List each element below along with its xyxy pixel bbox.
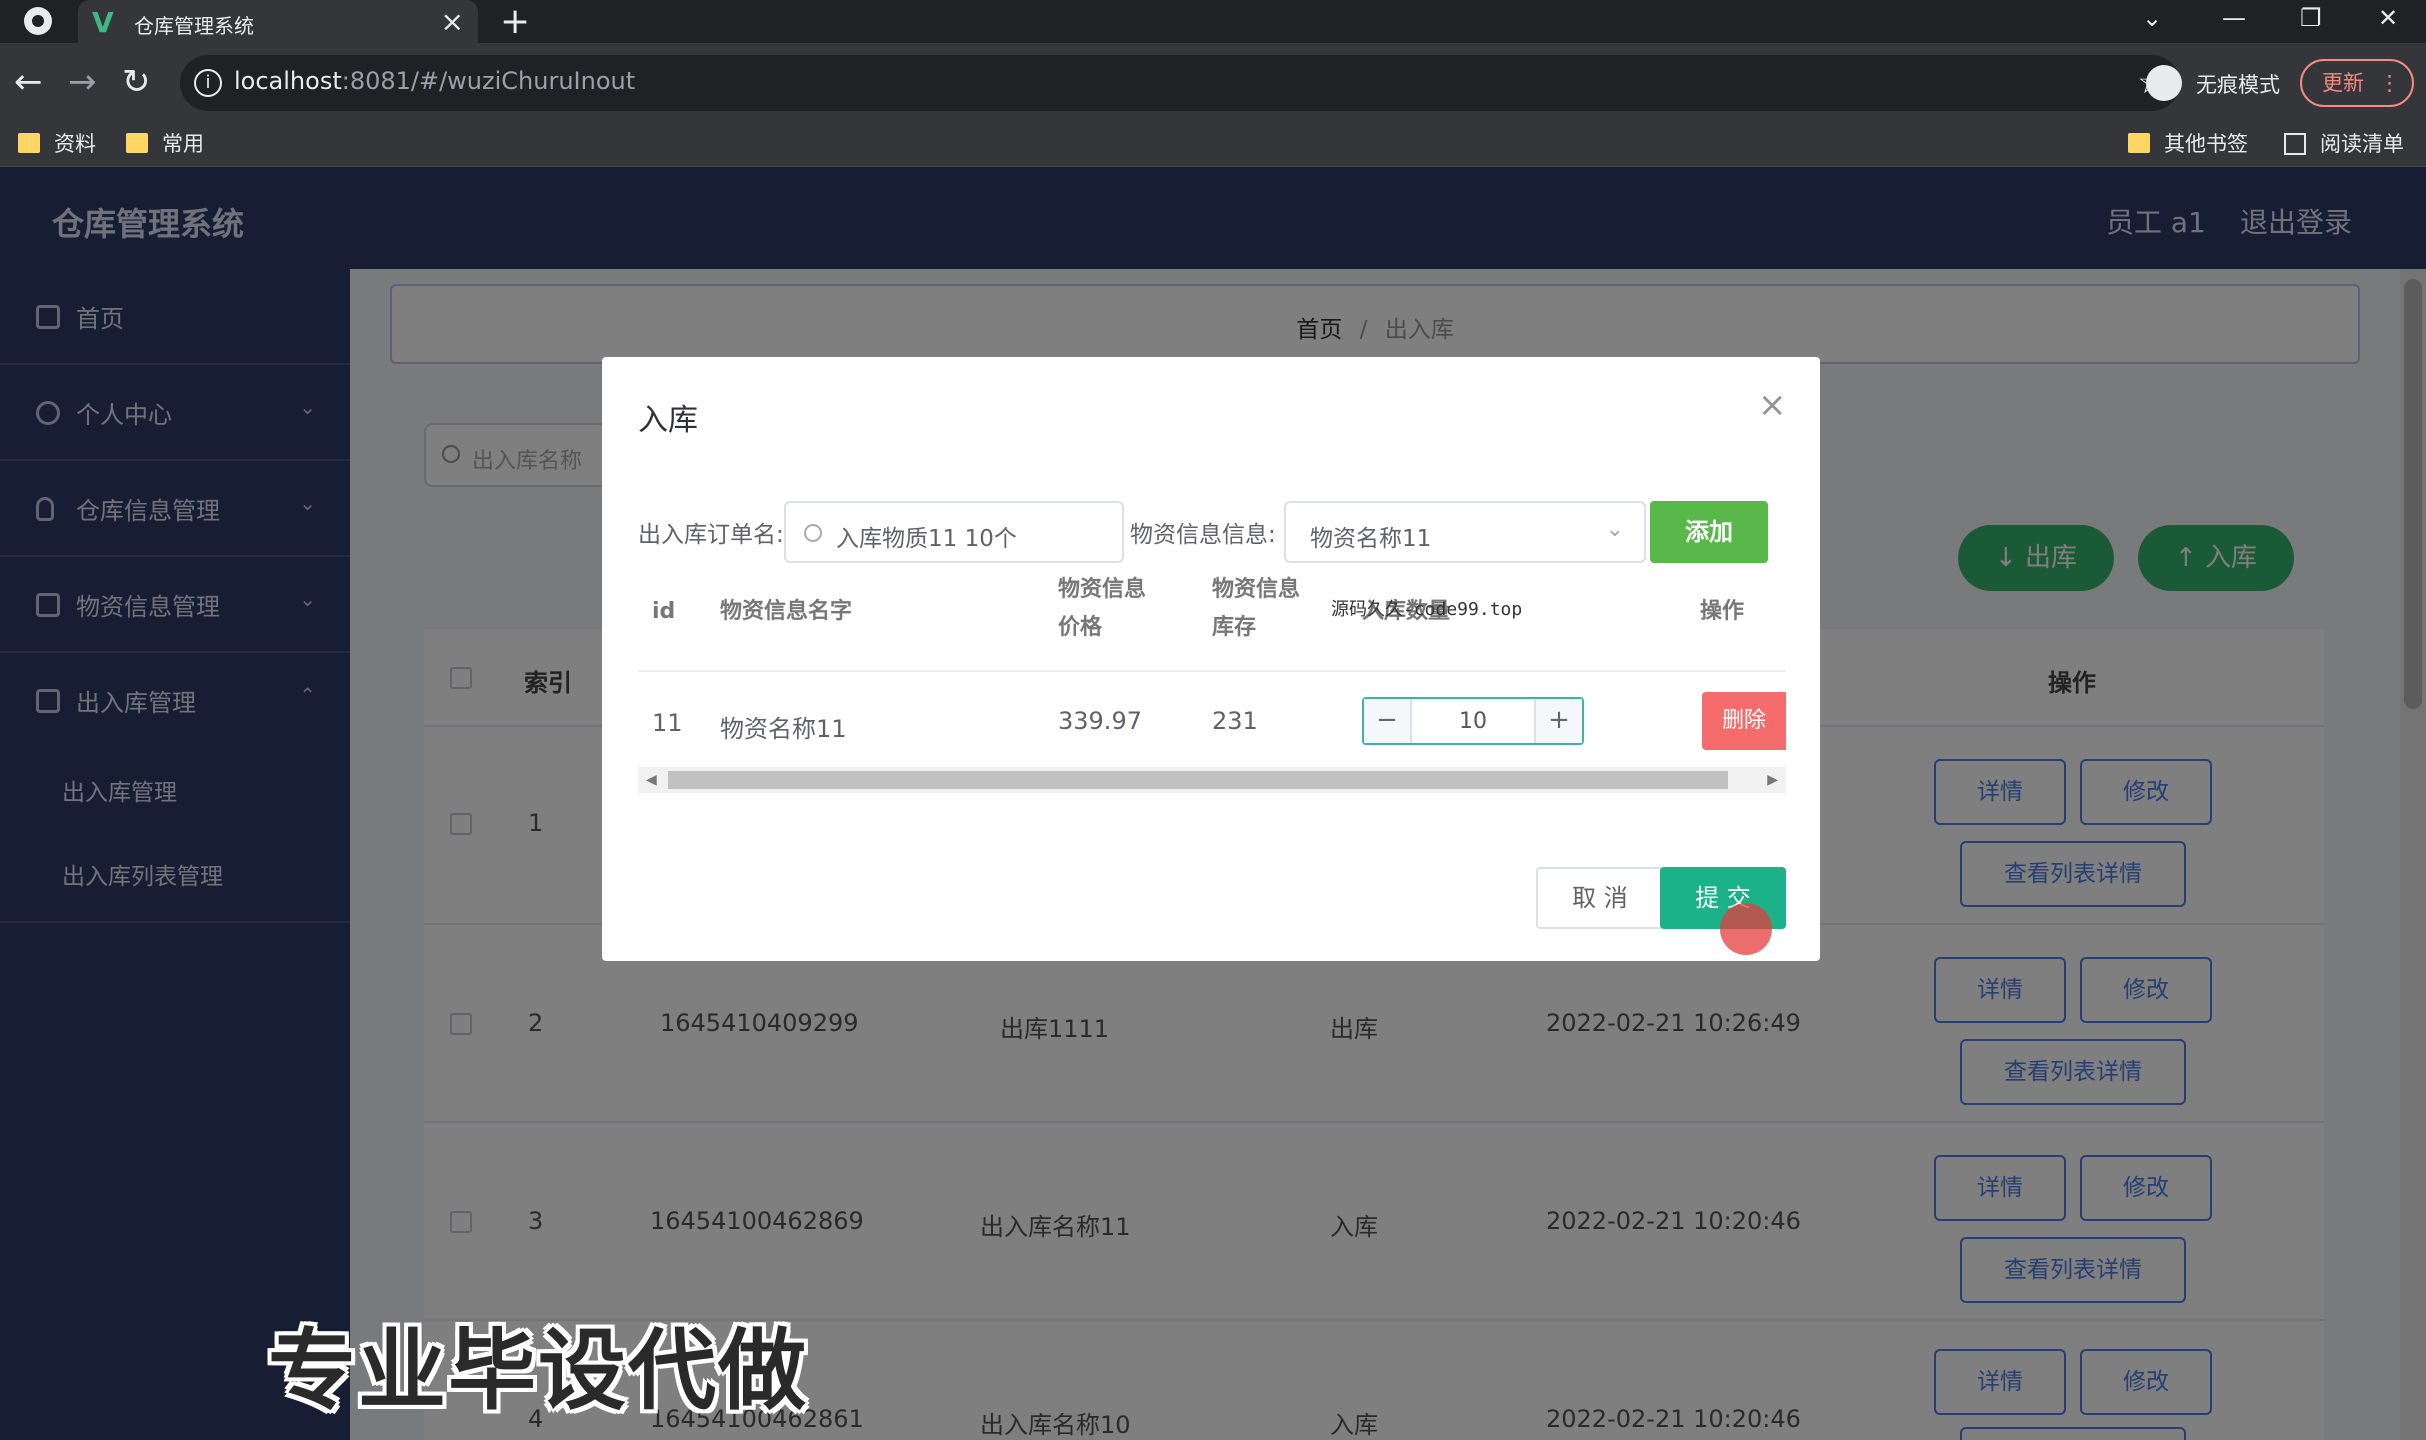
other-bookmarks[interactable]: 其他书签	[2128, 129, 2248, 159]
scroll-left-icon[interactable]: ◀	[646, 767, 657, 793]
incognito-icon	[2146, 65, 2182, 101]
add-material-label: 添加	[1685, 518, 1733, 546]
url-text: localhost:8081/#/wuziChuruInout	[234, 67, 636, 95]
more-menu-icon[interactable]: ⋮	[2379, 61, 2400, 105]
bookmark-folder[interactable]: 资料	[18, 129, 96, 159]
tab-close-icon[interactable]: ×	[441, 5, 464, 38]
add-material-button[interactable]: 添加	[1650, 501, 1768, 563]
new-tab-icon[interactable]: +	[500, 0, 530, 43]
reading-list[interactable]: 阅读清单	[2284, 129, 2404, 159]
mouse-cursor-icon	[1720, 903, 1772, 955]
reload-icon[interactable]: ↻	[122, 60, 151, 104]
col-id: id	[652, 599, 676, 624]
incognito-label: 无痕模式	[2196, 73, 2280, 97]
quantity-value[interactable]: 10	[1412, 709, 1534, 734]
col-name: 物资信息名字	[720, 599, 853, 624]
address-bar[interactable]: i localhost:8081/#/wuziChuruInout ☆	[180, 55, 2180, 111]
dialog-close-icon[interactable]: ×	[1758, 385, 1787, 425]
forward-icon[interactable]: →	[68, 60, 97, 104]
tab-title: 仓库管理系统	[134, 14, 254, 38]
restore-icon[interactable]: ❐	[2300, 0, 2322, 43]
source-watermark: 源码久久-code99.top	[1331, 599, 1523, 620]
bookmark-folder[interactable]: 常用	[126, 129, 204, 159]
bookmark-label: 其他书签	[2164, 132, 2248, 156]
delete-row-label: 删除	[1721, 708, 1766, 733]
material-select[interactable]: 物资名称11 ⌄	[1284, 501, 1646, 563]
increment-button[interactable]: +	[1534, 699, 1582, 743]
promo-caption: 专业毕设代做	[268, 1319, 809, 1422]
delete-row-button[interactable]: 删除	[1702, 692, 1786, 750]
bookmark-label: 资料	[54, 132, 96, 156]
bookmark-label: 阅读清单	[2320, 132, 2404, 156]
cancel-label: 取 消	[1572, 884, 1628, 912]
browser-tab[interactable]: V 仓库管理系统 ×	[78, 0, 478, 43]
tab-search-chevron-icon[interactable]: ⌄	[2142, 0, 2162, 43]
row-name: 物资名称11	[720, 715, 847, 743]
folder-icon	[18, 133, 40, 153]
dialog-table-scrollbar[interactable]: ◀ ▶	[638, 767, 1786, 793]
row-price: 339.97	[1058, 707, 1142, 735]
vue-favicon-icon: V	[92, 6, 114, 39]
folder-icon	[126, 133, 148, 153]
window-close-icon[interactable]: ✕	[2378, 0, 2398, 43]
update-label: 更新	[2322, 71, 2364, 95]
row-stock: 231	[1212, 707, 1258, 735]
quantity-stepper[interactable]: − 10 +	[1362, 697, 1584, 745]
reading-list-icon	[2284, 133, 2306, 155]
browser-logo-icon	[24, 7, 52, 35]
scroll-right-icon[interactable]: ▶	[1767, 767, 1778, 793]
chevron-down-icon: ⌄	[1605, 517, 1624, 542]
minimize-icon[interactable]: —	[2222, 0, 2246, 43]
row-id: 11	[652, 709, 683, 737]
update-button[interactable]: 更新 ⋮	[2300, 59, 2414, 107]
dialog-table-divider	[638, 670, 1786, 672]
material-label: 物资信息信息:	[1130, 522, 1276, 548]
folder-icon	[2128, 133, 2150, 153]
order-name-value: 入库物质11 10个	[836, 526, 1017, 552]
browser-tabbar: V 仓库管理系统 × + ⌄ — ❐ ✕	[0, 0, 2426, 43]
bookmark-label: 常用	[162, 132, 204, 156]
col-price: 物资信息价格	[1058, 577, 1147, 640]
col-stock: 物资信息库存	[1212, 577, 1301, 640]
scrollbar-thumb[interactable]	[668, 771, 1728, 789]
col-ops: 操作	[1700, 599, 1745, 624]
decrement-button[interactable]: −	[1364, 699, 1412, 743]
back-icon[interactable]: ←	[14, 60, 43, 104]
order-name-label: 出入库订单名:	[638, 522, 784, 548]
browser-toolbar: ← → ↻ i localhost:8081/#/wuziChuruInout …	[0, 43, 2426, 121]
site-info-icon[interactable]: i	[194, 69, 222, 97]
order-name-input[interactable]: 入库物质11 10个	[784, 501, 1124, 563]
stock-in-dialog: 入库 × 出入库订单名: 入库物质11 10个 物资信息信息: 物资名称11 ⌄…	[602, 357, 1820, 961]
cancel-button[interactable]: 取 消	[1536, 867, 1664, 929]
dialog-title: 入库	[638, 403, 698, 438]
bookmarks-bar: 资料 常用 其他书签 阅读清单	[0, 121, 2426, 167]
search-icon	[804, 524, 822, 542]
material-select-value: 物资名称11	[1310, 526, 1432, 552]
